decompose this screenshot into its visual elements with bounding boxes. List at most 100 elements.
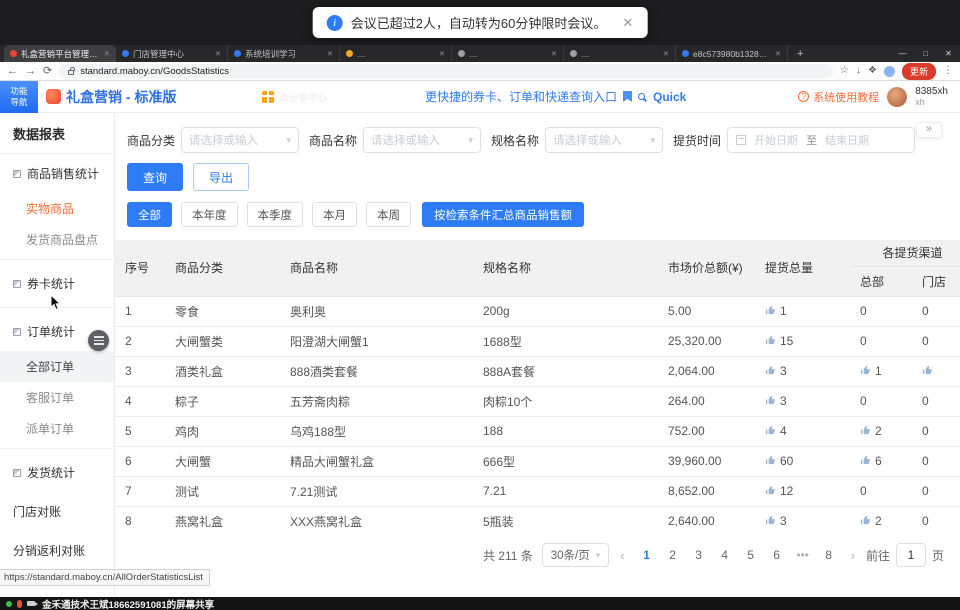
toast-close-icon[interactable]: ✕ (622, 15, 633, 31)
name-placeholder: 请选择或输入 (371, 132, 440, 148)
panel-collapse-icon[interactable]: » (916, 122, 942, 138)
cell-store: 0 (912, 506, 960, 531)
cell-seq: 1 (115, 296, 165, 326)
cell-value: 15 (780, 334, 793, 348)
pagination-page[interactable]: 1 (636, 544, 658, 566)
browser-tab[interactable]: 系统培训学习✕ (228, 45, 340, 62)
page-size-select[interactable]: 30条/页 ▾ (542, 543, 610, 567)
tab-close-icon[interactable]: ✕ (327, 49, 333, 58)
sidebar-item[interactable]: 发货统计 (0, 453, 114, 492)
menu-collapse-handle[interactable] (88, 330, 109, 351)
cell-market-total: 752.00 (658, 416, 755, 446)
browser-tab[interactable]: …✕ (340, 45, 452, 62)
sharing-indicator-icon (6, 601, 12, 607)
cell-store: 0 (912, 326, 960, 356)
cell-spec: 888A套餐 (473, 356, 658, 386)
reload-icon[interactable]: ⟳ (43, 66, 52, 77)
pagination-page[interactable]: 8 (818, 544, 840, 566)
filter-time-label: 提货时间 (673, 132, 721, 149)
cell-value: 60 (780, 454, 793, 468)
sidebar: 数据报表 商品销售统计实物商品发货商品盘点券卡统计订单统计全部订单客服订单派单订… (0, 113, 115, 597)
sidebar-item[interactable]: 门店对账 (0, 492, 114, 531)
downloads-icon[interactable]: ↓ (856, 66, 861, 76)
prev-page-icon[interactable]: ‹ (618, 548, 626, 563)
cell-market-total: 264.00 (658, 386, 755, 416)
cell-name: 乌鸡188型 (280, 416, 473, 446)
tutorial-link[interactable]: ? 系统使用教程 (798, 89, 879, 105)
header-name: 商品名称 (280, 240, 473, 296)
cell-value: 2 (875, 514, 882, 528)
table-row: 8燕窝礼盒XXX燕窝礼盒5瓶装2,640.00320 (115, 506, 960, 531)
tab-close-icon[interactable]: ✕ (215, 49, 221, 58)
spec-select[interactable]: 请选择或输入 ▾ (545, 127, 663, 153)
cell-market-total: 25,320.00 (658, 326, 755, 356)
sidebar-item[interactable]: 分销返利对账 (0, 531, 114, 570)
browser-tab[interactable]: e8c573980b1328a258fd2e6f✕ (676, 45, 788, 62)
date-range-picker[interactable]: 开始日期 至 结束日期 (727, 127, 915, 153)
pagination-page[interactable]: 3 (688, 544, 710, 566)
tab-close-icon[interactable]: ✕ (663, 49, 669, 58)
sidebar-subitem[interactable]: 客服订单 (0, 382, 114, 413)
jump-page-input[interactable]: 1 (896, 543, 926, 567)
cell-seq: 5 (115, 416, 165, 446)
browser-tab[interactable]: …✕ (564, 45, 676, 62)
sidebar-subitem[interactable]: 派单订单 (0, 413, 114, 444)
user-avatar[interactable] (887, 87, 907, 107)
next-page-icon[interactable]: › (849, 548, 857, 563)
search-button[interactable]: 查询 (127, 163, 183, 191)
function-nav-button[interactable]: 功能 导航 (0, 81, 38, 113)
pickup-icon (860, 514, 875, 528)
lock-icon[interactable] (68, 70, 74, 75)
tab-close-icon[interactable]: ✕ (551, 49, 557, 58)
tab-label: … (581, 49, 659, 59)
tab-close-icon[interactable]: ✕ (439, 49, 445, 58)
quick-filter-chip[interactable]: 本月 (312, 202, 357, 227)
category-select[interactable]: 请选择或输入 ▾ (181, 127, 299, 153)
browser-profile-icon[interactable] (884, 66, 895, 77)
tab-close-icon[interactable]: ✕ (775, 49, 781, 58)
camera-icon[interactable] (27, 601, 35, 606)
pagination-page[interactable]: 2 (662, 544, 684, 566)
name-select[interactable]: 请选择或输入 ▾ (363, 127, 481, 153)
address-bar[interactable]: standard.maboy.cn/GoodsStatistics (59, 64, 833, 78)
user-block[interactable]: 8385xh xh (915, 86, 948, 108)
export-button[interactable]: 导出 (193, 163, 249, 191)
microphone-icon[interactable] (17, 600, 22, 608)
summary-button[interactable]: 按检索条件汇总商品销售额 (422, 202, 584, 227)
browser-update-button[interactable]: 更新 (902, 63, 936, 80)
quick-filter-chip[interactable]: 本季度 (247, 202, 304, 227)
quick-filter-chip[interactable]: 本周 (366, 202, 411, 227)
pagination-page[interactable]: 4 (714, 544, 736, 566)
page-size-label: 30条/页 (551, 547, 590, 563)
cell-value: 0 (922, 484, 929, 498)
forward-icon[interactable]: → (25, 66, 36, 77)
menu-bullet-icon (13, 170, 21, 178)
browser-tab[interactable]: 门店管理中心✕ (116, 45, 228, 62)
window-close-button[interactable]: ✕ (937, 49, 960, 58)
sidebar-item-label: 券卡统计 (27, 275, 75, 292)
back-icon[interactable]: ← (7, 66, 18, 77)
bookmark-star-icon[interactable]: ☆ (840, 66, 849, 76)
browser-tab[interactable]: …✕ (452, 45, 564, 62)
new-tab-button[interactable]: + (788, 45, 812, 62)
browser-tab[interactable]: 礼盒营销平台管理中心✕ (4, 45, 116, 62)
pagination-page[interactable]: 6 (766, 544, 788, 566)
meeting-toast-text: 会议已超过2人，自动转为60分钟限时会议。 (351, 13, 607, 32)
sidebar-item[interactable]: 券卡统计 (0, 264, 114, 303)
extensions-icon[interactable]: ❖ (868, 66, 877, 76)
pagination-page[interactable]: 5 (740, 544, 762, 566)
sidebar-item[interactable]: 商品销售统计 (0, 154, 114, 193)
quick-entry-link[interactable]: 更快捷的券卡、订单和快递查询入口 Quick (425, 88, 686, 105)
share-center-link[interactable]: 合分享中心 (262, 90, 327, 104)
sidebar-subitem[interactable]: 全部订单 (0, 351, 114, 382)
window-maximize-button[interactable]: □ (914, 49, 937, 58)
quick-filter-chip[interactable]: 全部 (127, 202, 172, 227)
sidebar-subitem[interactable]: 实物商品 (0, 193, 114, 224)
quick-filter-chip[interactable]: 本年度 (181, 202, 238, 227)
sidebar-subitem[interactable]: 发货商品盘点 (0, 224, 114, 255)
cell-name: 7.21测试 (280, 476, 473, 506)
cell-market-total: 8,652.00 (658, 476, 755, 506)
window-minimize-button[interactable]: — (891, 49, 914, 58)
tab-close-icon[interactable]: ✕ (104, 49, 110, 58)
kebab-menu-icon[interactable]: ⋮ (943, 66, 953, 76)
